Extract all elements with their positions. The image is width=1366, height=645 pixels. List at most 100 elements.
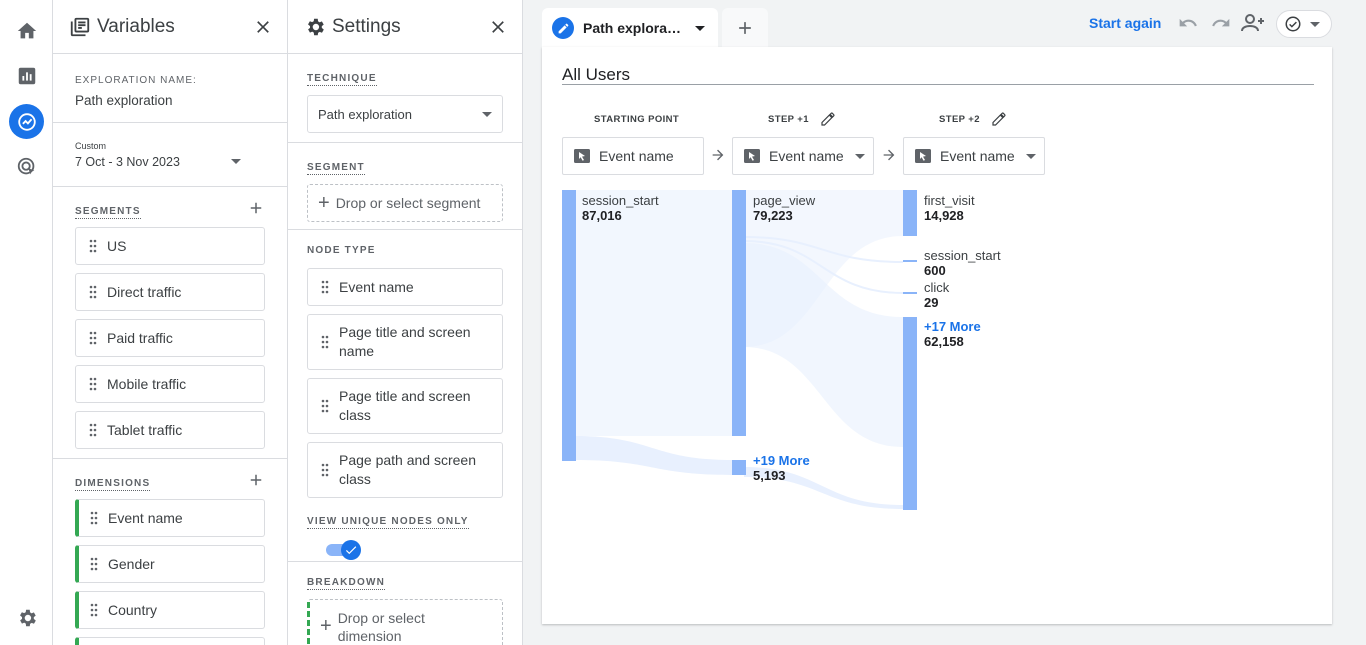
close-icon[interactable] xyxy=(253,17,273,37)
node-type-chip[interactable]: Page title and screen name xyxy=(307,314,503,370)
share-user-icon[interactable] xyxy=(1241,11,1265,35)
undo-icon[interactable] xyxy=(1178,13,1198,33)
chevron-down-icon[interactable] xyxy=(231,159,241,164)
status-menu[interactable] xyxy=(1276,10,1332,38)
more-link[interactable]: +19 More xyxy=(753,453,810,468)
node-name: session_start xyxy=(924,248,1001,263)
exploration-name-section: EXPLORATION NAME: Path exploration xyxy=(53,54,287,123)
node-label[interactable]: +17 More 62,158 xyxy=(924,319,981,349)
variables-title: Variables xyxy=(97,15,175,37)
dimension-label: Gender xyxy=(108,556,155,572)
node-name: first_visit xyxy=(924,193,975,208)
node-type-chip[interactable]: Event name xyxy=(307,268,503,306)
redo-icon[interactable] xyxy=(1211,13,1231,33)
flow-ribbon xyxy=(576,190,732,436)
node-bar-more-step-2[interactable] xyxy=(903,317,917,510)
segment-drop-text: Drop or select segment xyxy=(335,195,481,211)
dimensions-label: DIMENSIONS xyxy=(75,478,151,491)
segment-label: SEGMENT xyxy=(307,162,365,175)
technique-section: TECHNIQUE Path exploration xyxy=(288,54,522,143)
drag-handle-icon[interactable] xyxy=(90,557,98,571)
node-label: click 29 xyxy=(924,280,949,310)
drag-handle-icon[interactable] xyxy=(89,377,97,391)
node-label: first_visit 14,928 xyxy=(924,193,975,223)
drag-handle-icon[interactable] xyxy=(90,603,98,617)
dimension-chip[interactable]: Country xyxy=(75,591,265,629)
node-bar-session-start-2[interactable] xyxy=(903,260,917,262)
unique-nodes-label: VIEW UNIQUE NODES ONLY xyxy=(307,516,469,529)
start-again-button[interactable]: Start again xyxy=(1089,15,1161,31)
node-bar-first-visit[interactable] xyxy=(903,190,917,236)
node-bar-click[interactable] xyxy=(903,292,917,294)
exploration-name-label: EXPLORATION NAME: xyxy=(75,75,197,86)
settings-panel: Settings TECHNIQUE Path exploration SEGM… xyxy=(288,0,523,645)
segment-drop-zone[interactable]: + Drop or select segment xyxy=(307,184,503,222)
date-range-section[interactable]: Custom 7 Oct - 3 Nov 2023 xyxy=(53,123,287,187)
drag-handle-icon[interactable] xyxy=(321,280,329,294)
node-name: click xyxy=(924,280,950,295)
dimension-chip[interactable] xyxy=(75,637,265,645)
node-label[interactable]: +19 More 5,193 xyxy=(753,453,810,483)
chevron-down-icon[interactable] xyxy=(695,25,705,31)
node-bar-more-step-1[interactable] xyxy=(732,460,746,475)
tab-title: Path exploration xyxy=(583,20,683,36)
node-label: page_view 79,223 xyxy=(753,193,815,223)
technique-select[interactable]: Path exploration xyxy=(307,95,503,133)
node-name: session_start xyxy=(582,193,659,208)
exploration-name-input[interactable]: Path exploration xyxy=(75,93,265,108)
node-bar-page-view[interactable] xyxy=(732,190,746,436)
check-circle-icon xyxy=(1285,16,1301,32)
segment-chip[interactable]: Mobile traffic xyxy=(75,365,265,403)
add-dimension-icon[interactable] xyxy=(247,471,265,489)
node-value: 79,223 xyxy=(753,208,793,223)
drag-handle-icon[interactable] xyxy=(321,399,329,413)
segment-chip[interactable]: Direct traffic xyxy=(75,273,265,311)
dimension-chip[interactable]: Event name xyxy=(75,499,265,537)
node-type-chip[interactable]: Page title and screen class xyxy=(307,378,503,434)
exploration-canvas: All Users STARTING POINT STEP +1 STEP +2… xyxy=(542,47,1332,624)
drag-handle-icon[interactable] xyxy=(89,331,97,345)
breakdown-section: BREAKDOWN + Drop or select dimension xyxy=(288,561,522,645)
dimension-chip[interactable]: Gender xyxy=(75,545,265,583)
explore-icon[interactable] xyxy=(9,104,44,139)
close-icon[interactable] xyxy=(488,17,508,37)
more-link[interactable]: +17 More xyxy=(924,319,981,334)
segment-label: Mobile traffic xyxy=(107,376,187,392)
drag-handle-icon[interactable] xyxy=(321,335,329,349)
segment-label: Tablet traffic xyxy=(107,422,183,438)
technique-value: Path exploration xyxy=(318,106,412,122)
advertising-icon[interactable] xyxy=(9,149,44,184)
node-label: session_start 87,016 xyxy=(582,193,659,223)
left-nav-rail xyxy=(0,0,53,645)
add-segment-icon[interactable] xyxy=(247,199,265,217)
node-value: 62,158 xyxy=(924,334,964,349)
chevron-down-icon[interactable] xyxy=(482,111,492,117)
breakdown-drop-zone[interactable]: + Drop or select dimension xyxy=(307,599,503,645)
node-bar-session-start[interactable] xyxy=(562,190,576,461)
variables-header: Variables xyxy=(53,0,287,54)
node-type-chip[interactable]: Page path and screen class xyxy=(307,442,503,498)
drag-handle-icon[interactable] xyxy=(89,423,97,437)
drag-handle-icon[interactable] xyxy=(90,511,98,525)
drag-handle-icon[interactable] xyxy=(89,239,97,253)
segment-chip[interactable]: Paid traffic xyxy=(75,319,265,357)
drag-handle-icon[interactable] xyxy=(321,463,329,477)
tab-path-exploration[interactable]: Path exploration xyxy=(542,8,718,48)
segment-chip[interactable]: US xyxy=(75,227,265,265)
reports-icon[interactable] xyxy=(9,58,44,93)
add-tab-button[interactable] xyxy=(722,8,768,48)
technique-label: TECHNIQUE xyxy=(307,73,377,86)
segment-label: Paid traffic xyxy=(107,330,173,346)
node-type-text: Page title and screen name xyxy=(339,324,471,359)
segment-label: US xyxy=(107,238,127,254)
segments-label: SEGMENTS xyxy=(75,206,141,219)
segment-chip[interactable]: Tablet traffic xyxy=(75,411,265,449)
library-icon xyxy=(70,17,90,36)
home-icon[interactable] xyxy=(9,13,44,48)
drag-handle-icon[interactable] xyxy=(89,285,97,299)
unique-nodes-toggle[interactable] xyxy=(307,529,503,569)
plus-icon: + xyxy=(318,191,330,214)
gear-icon[interactable] xyxy=(9,600,44,635)
node-type-text: Page title and screen class xyxy=(339,388,471,423)
dimension-label: Country xyxy=(108,602,158,618)
